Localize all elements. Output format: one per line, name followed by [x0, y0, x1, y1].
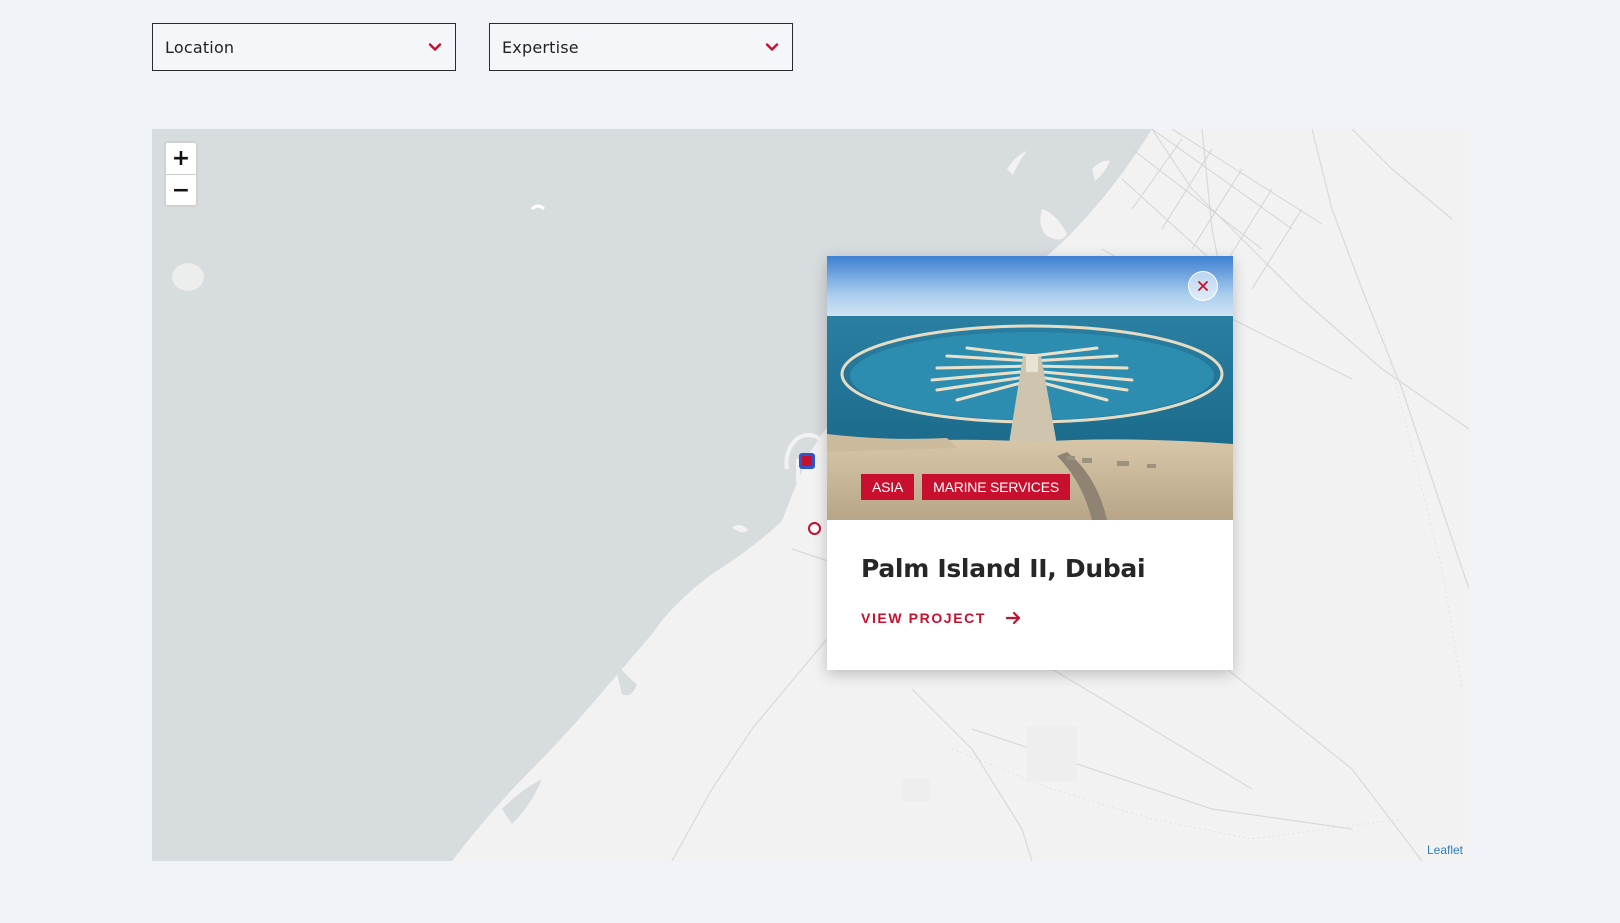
- zoom-out-button[interactable]: −: [166, 175, 196, 205]
- expertise-filter-select[interactable]: Expertise: [489, 23, 793, 71]
- map-tiles: [152, 129, 1469, 861]
- close-icon: [1198, 281, 1208, 291]
- tag-region: ASIA: [861, 474, 915, 500]
- zoom-control: + −: [164, 141, 198, 207]
- tag-expertise: MARINE SERVICES: [922, 474, 1070, 500]
- view-project-label: VIEW PROJECT: [861, 610, 986, 626]
- zoom-in-button[interactable]: +: [166, 143, 196, 175]
- expertise-filter-label: Expertise: [502, 37, 579, 57]
- location-filter-label: Location: [165, 37, 235, 57]
- map-container[interactable]: + − ASIA MARINE SERVICES Palm Island II,…: [152, 129, 1469, 861]
- location-filter-select[interactable]: Location: [152, 23, 456, 71]
- project-popup: ASIA MARINE SERVICES Palm Island II, Dub…: [827, 256, 1233, 670]
- project-marker[interactable]: [808, 522, 821, 535]
- project-marker-selected[interactable]: [799, 453, 815, 469]
- project-tags: ASIA MARINE SERVICES: [861, 474, 1070, 500]
- project-title: Palm Island II, Dubai: [861, 554, 1146, 583]
- leaflet-attribution-link[interactable]: Leaflet: [1427, 843, 1463, 857]
- popup-close-button[interactable]: [1188, 271, 1218, 301]
- arrow-right-icon: [1006, 611, 1021, 625]
- view-project-link[interactable]: VIEW PROJECT: [861, 610, 1022, 626]
- chevron-down-icon: [765, 43, 779, 51]
- chevron-down-icon: [428, 43, 442, 51]
